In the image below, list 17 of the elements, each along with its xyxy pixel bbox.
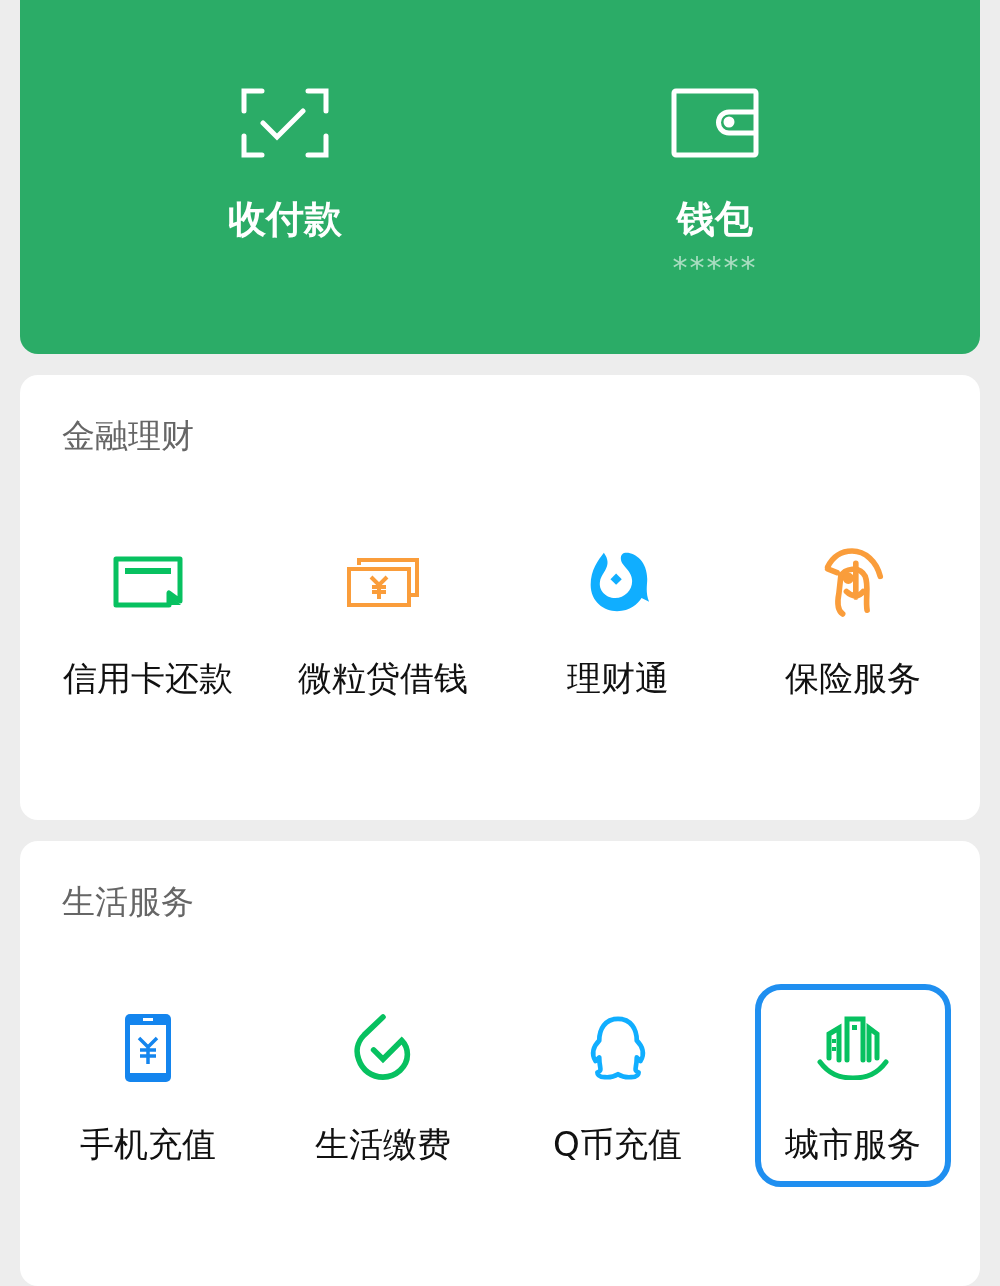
section-title: 生活服务	[61, 885, 195, 919]
service-button[interactable]: 手机充值	[49, 984, 246, 1187]
service-button[interactable]: 微粒贷借钱	[284, 518, 481, 721]
service-button[interactable]: 信用卡还款	[49, 518, 246, 721]
section-title: 金融理财	[61, 419, 195, 453]
card-icon	[112, 556, 183, 608]
service-button[interactable]: 城市服务	[754, 984, 951, 1187]
service-button[interactable]: 理财通	[519, 518, 716, 721]
service-button[interactable]: 生活缴费	[284, 984, 481, 1187]
city-buildings-icon	[816, 1016, 889, 1080]
service-button[interactable]: 保险服务	[754, 518, 951, 721]
service-button[interactable]: Q币充值	[519, 984, 716, 1187]
scan-check-icon	[240, 88, 330, 158]
phone-yuan-icon	[124, 1014, 171, 1082]
wallet-icon	[671, 88, 759, 158]
banknotes-icon	[346, 557, 419, 607]
hidden-balance: *****	[672, 249, 758, 287]
